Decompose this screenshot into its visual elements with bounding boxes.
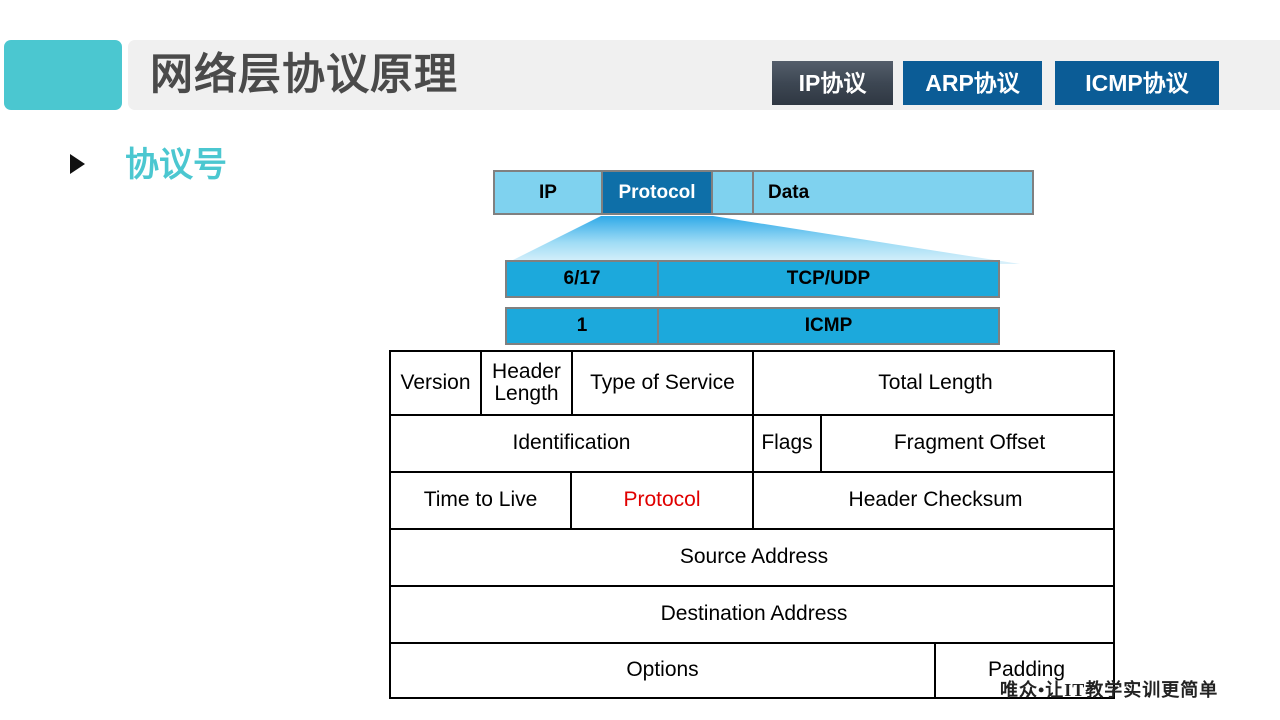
header-field-source-address: Source Address <box>679 545 829 569</box>
badge-arp-protocol[interactable]: ARP协议 <box>903 61 1042 105</box>
header-field-flags: Flags <box>754 416 822 471</box>
watermark: 唯众•让IT教学实训更简单 <box>1000 680 1219 700</box>
table-row: Version Header Length Type of Service Tot… <box>389 350 1115 414</box>
table-row: Identification Flags Fragment Offset <box>389 414 1115 471</box>
header-field-header-checksum: Header Checksum <box>848 488 1023 512</box>
protocol-number: 1 <box>505 307 659 345</box>
header-field-destination-address: Destination Address <box>660 602 848 626</box>
table-row: Destination Address <box>389 585 1115 642</box>
header-field-version: Version <box>391 352 482 414</box>
table-row: Time to Live Protocol Header Checksum <box>389 471 1115 528</box>
packet-field-protocol: Protocol <box>601 170 713 215</box>
callout-funnel <box>505 216 1020 264</box>
packet-field-ip: IP <box>493 170 603 215</box>
bullet-label: 协议号 <box>125 146 227 184</box>
header-field-type-of-service: Type of Service <box>573 352 754 414</box>
header-field-time-to-live: Time to Live <box>391 473 572 528</box>
protocol-name: ICMP <box>657 307 1000 345</box>
protocol-name: TCP/UDP <box>657 260 1000 298</box>
ip-header-table: Version Header Length Type of Service Tot… <box>389 350 1115 699</box>
table-row: Source Address <box>389 528 1115 585</box>
header-field-total-length: Total Length <box>878 370 993 394</box>
header-field-identification: Identification <box>391 416 754 471</box>
triangle-right-icon <box>70 154 85 174</box>
header-accent-block <box>4 40 122 110</box>
badge-ip-protocol[interactable]: IP协议 <box>772 61 893 105</box>
header-field-protocol: Protocol <box>572 473 754 528</box>
header-field-fragment-offset: Fragment Offset <box>893 431 1046 455</box>
header-field-options: Options <box>391 644 936 697</box>
packet-field-spacer <box>711 170 754 215</box>
header-field-header-length: Header Length <box>482 352 573 414</box>
packet-field-data: Data <box>752 170 1034 215</box>
badge-icmp-protocol[interactable]: ICMP协议 <box>1055 61 1219 105</box>
page-title: 网络层协议原理 <box>150 51 458 99</box>
protocol-number: 6/17 <box>505 260 659 298</box>
